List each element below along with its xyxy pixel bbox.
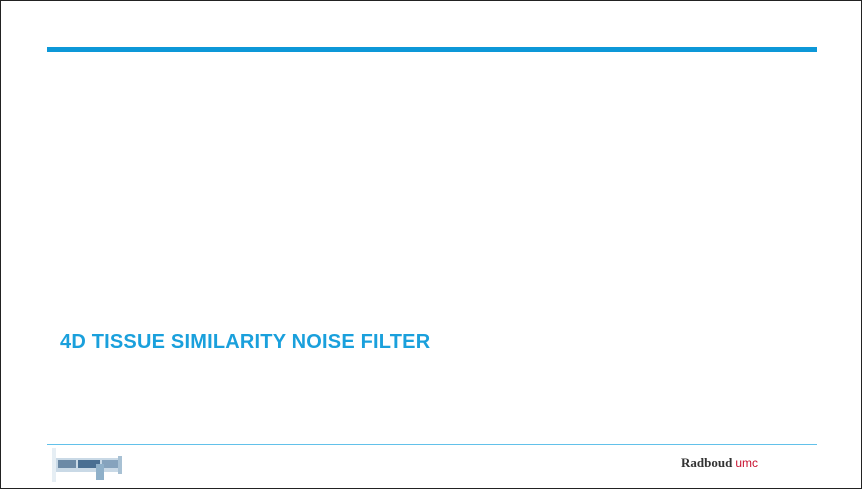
brand-name-part2: umc bbox=[735, 456, 758, 470]
institute-logo-icon bbox=[52, 448, 122, 482]
top-accent-rule bbox=[47, 47, 817, 52]
brand-name-part1: Radboud bbox=[681, 455, 733, 470]
radboudumc-logo: Radboud umc bbox=[681, 455, 758, 471]
slide-title: 4D TISSUE SIMILARITY NOISE FILTER bbox=[60, 331, 431, 353]
footer-divider bbox=[47, 444, 817, 445]
slide: 4D TISSUE SIMILARITY NOISE FILTER Radbou… bbox=[0, 0, 862, 489]
